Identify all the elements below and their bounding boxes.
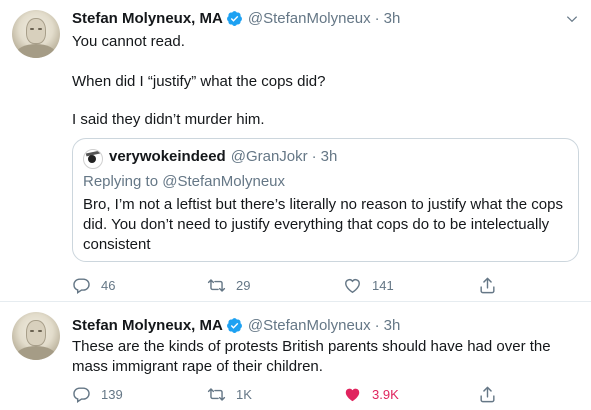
tweet-text-line: When did I “justify” what the cops did? (72, 73, 326, 90)
share-icon (480, 277, 495, 293)
tweet-actions: 139 1K 3.9K (72, 384, 512, 404)
share-button[interactable] (478, 384, 497, 404)
retweet-count: 29 (236, 277, 251, 293)
timestamp[interactable]: 3h (384, 10, 401, 27)
author-name[interactable]: Stefan Molyneux, MA (72, 10, 223, 27)
heart-icon (345, 388, 360, 401)
avatar[interactable] (83, 149, 103, 169)
retweet-button[interactable]: 1K (207, 384, 252, 404)
retweet-button[interactable]: 29 (207, 275, 250, 295)
reply-icon (73, 386, 90, 403)
retweet-icon (207, 278, 226, 292)
separator-dot: · (374, 9, 380, 27)
author-handle[interactable]: @StefanMolyneux (248, 10, 371, 27)
avatar[interactable] (12, 312, 60, 360)
tweet-header: Stefan Molyneux, MA @StefanMolyneux · 3h (72, 315, 400, 335)
share-button[interactable] (478, 275, 497, 295)
tweet-actions: 46 29 141 (72, 275, 512, 295)
tweet-text-line: You cannot read. (72, 33, 185, 50)
quoted-tweet[interactable]: verywokeindeed @GranJokr · 3h Replying t… (72, 138, 579, 262)
chevron-down-icon[interactable] (565, 12, 579, 26)
author-handle[interactable]: @GranJokr (231, 148, 308, 165)
timestamp[interactable]: 3h (321, 148, 338, 165)
tweet[interactable]: Stefan Molyneux, MA @StefanMolyneux · 3h… (0, 302, 591, 410)
like-button[interactable]: 3.9K (343, 384, 399, 404)
reply-count: 46 (101, 277, 116, 293)
author-name[interactable]: Stefan Molyneux, MA (72, 317, 223, 334)
reply-button[interactable]: 46 (72, 275, 115, 295)
retweet-icon (207, 387, 226, 401)
tweet-text-line: mass immigrant rape of their children. (72, 358, 323, 375)
author-handle[interactable]: @StefanMolyneux (248, 317, 371, 334)
tweet-text-line: These are the kinds of protests British … (72, 338, 551, 355)
tweet[interactable]: Stefan Molyneux, MA @StefanMolyneux · 3h… (0, 0, 591, 302)
avatar[interactable] (12, 10, 60, 58)
verified-badge-icon (226, 10, 242, 26)
retweet-count: 1K (236, 386, 252, 402)
verified-badge-icon (226, 317, 242, 333)
like-count: 141 (372, 277, 394, 293)
reply-icon (73, 277, 90, 294)
reply-button[interactable]: 139 (72, 384, 123, 404)
tweet-header: Stefan Molyneux, MA @StefanMolyneux · 3h (72, 8, 400, 28)
quoted-tweet-header: verywokeindeed @GranJokr · 3h (109, 148, 337, 165)
like-button[interactable]: 141 (343, 275, 394, 295)
replying-to[interactable]: Replying to @StefanMolyneux (83, 173, 285, 190)
quoted-tweet-text: Bro, I’m not a leftist but there’s liter… (83, 196, 563, 253)
timestamp[interactable]: 3h (384, 317, 401, 334)
heart-icon (345, 278, 360, 293)
tweet-text-line: I said they didn’t murder him. (72, 111, 265, 128)
share-icon (480, 386, 495, 402)
like-count: 3.9K (372, 386, 399, 402)
author-name[interactable]: verywokeindeed (109, 148, 226, 165)
reply-count: 139 (101, 386, 123, 402)
separator-dot: · (311, 148, 317, 165)
separator-dot: · (374, 316, 380, 334)
